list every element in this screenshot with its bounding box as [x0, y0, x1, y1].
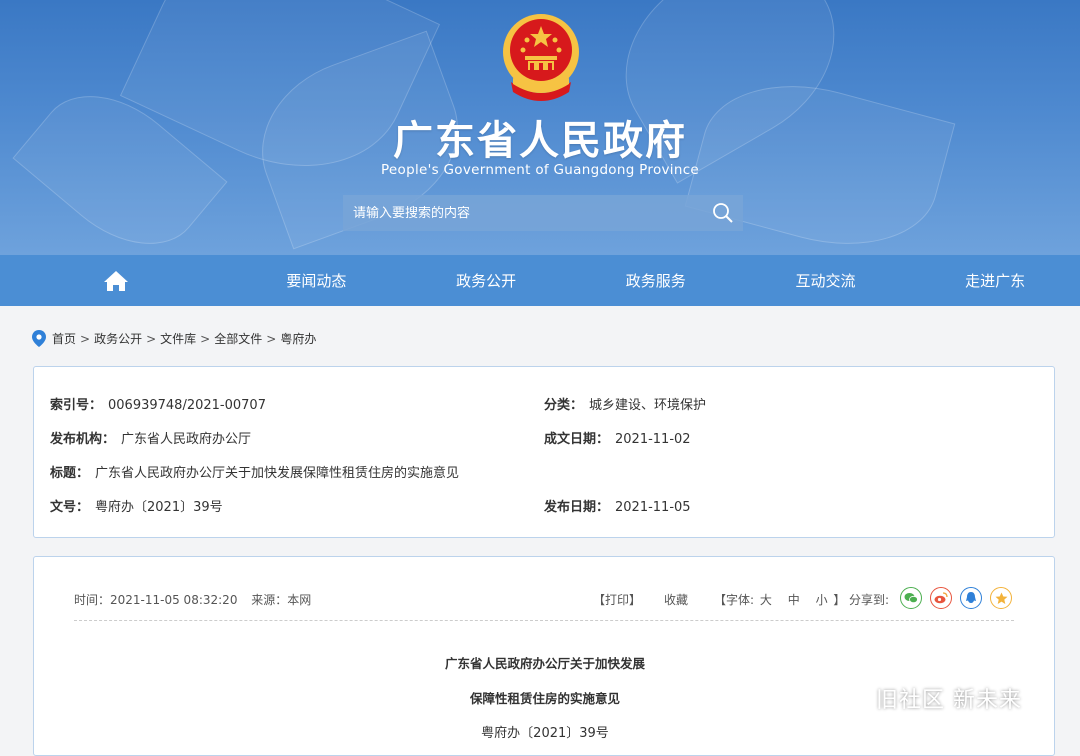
nav-home[interactable] — [0, 270, 232, 292]
breadcrumb-home[interactable]: 首页 — [52, 330, 76, 347]
watermark-text: 旧社区 新未来 — [876, 688, 1022, 713]
site-subtitle: People's Government of Guangdong Provinc… — [380, 162, 700, 178]
font-size-suffix: 】 — [833, 593, 846, 607]
meta-issuer-label: 发布机构： — [50, 432, 116, 447]
breadcrumb-current[interactable]: 粤府办 — [280, 330, 316, 347]
nav-item-government-affairs[interactable]: 政务公开 — [401, 270, 571, 291]
qq-icon — [966, 591, 976, 603]
meta-published-label: 发布日期： — [544, 500, 610, 515]
document-title-line-1: 广东省人民政府办公厅关于加快发展 — [444, 656, 645, 671]
national-emblem-icon — [503, 14, 579, 101]
breadcrumb-separator: > — [266, 331, 277, 346]
document-content-panel: 时间：2021-11-05 08:32:20 来源：本网 【打印】 收藏 【字体… — [33, 556, 1055, 756]
search-input[interactable] — [353, 205, 703, 221]
meta-docno-value: 粤府办〔2021〕39号 — [95, 500, 223, 515]
main-nav: 要闻动态 政务公开 政务服务 互动交流 走进广东 — [0, 255, 1080, 306]
meta-published-value: 2021-11-05 — [615, 500, 691, 515]
meta-index: 索引号： 006939748/2021-00707 — [50, 394, 266, 413]
meta-docno-label: 文号： — [50, 500, 90, 515]
home-icon — [103, 270, 128, 291]
article-source: 来源：本网 — [251, 593, 312, 607]
font-size-medium-button[interactable]: 中 — [788, 593, 800, 607]
document-number: 粤府办〔2021〕39号 — [481, 726, 609, 741]
nav-item-news[interactable]: 要闻动态 — [232, 270, 402, 291]
toolbar-divider — [74, 620, 1014, 621]
qzone-icon — [995, 592, 1007, 604]
meta-title-label: 标题： — [50, 466, 90, 481]
breadcrumb-government-affairs[interactable]: 政务公开 — [94, 330, 142, 347]
share-weibo-button[interactable] — [930, 587, 952, 609]
wechat-official-account-icon — [837, 685, 868, 709]
meta-title: 标题： 广东省人民政府办公厅关于加快发展保障性租赁住房的实施意见 — [50, 462, 459, 481]
meta-title-value: 广东省人民政府办公厅关于加快发展保障性租赁住房的实施意见 — [95, 466, 460, 481]
font-size-large-button[interactable]: 大 — [760, 593, 772, 607]
publish-time: 时间：2021-11-05 08:32:20 — [74, 593, 238, 607]
search-button[interactable] — [703, 195, 743, 231]
site-header: 广东省人民政府 People's Government of Guangdong… — [0, 0, 1080, 255]
site-title: 广东省人民政府 — [393, 118, 687, 164]
meta-index-value: 006939748/2021-00707 — [108, 398, 266, 413]
search-bar — [343, 195, 743, 231]
font-size-small-button[interactable]: 小 — [816, 593, 828, 607]
share-label: 分享到: — [849, 593, 890, 607]
wechat-icon — [904, 593, 918, 604]
meta-category-label: 分类： — [544, 398, 584, 413]
favorite-button[interactable]: 收藏 — [664, 591, 688, 608]
breadcrumb-separator: > — [200, 331, 211, 346]
meta-index-label: 索引号： — [50, 398, 103, 413]
font-size-control: 【字体: 大 中 小 】 — [714, 591, 845, 608]
meta-document-number: 文号： 粤府办〔2021〕39号 — [50, 496, 223, 515]
document-metadata-panel: 索引号： 006939748/2021-00707 分类： 城乡建设、环境保护 发布… — [33, 366, 1055, 538]
wechat-account-watermark: 旧社区 新未来 — [836, 682, 1022, 714]
meta-created-date: 成文日期： 2021-11-02 — [544, 428, 691, 447]
meta-category: 分类： 城乡建设、环境保护 — [544, 394, 706, 413]
breadcrumb-separator: > — [80, 331, 91, 346]
search-icon — [713, 203, 733, 223]
weibo-icon — [934, 592, 948, 604]
nav-item-about-guangdong[interactable]: 走进广东 — [910, 270, 1080, 291]
meta-issuer-value: 广东省人民政府办公厅 — [121, 432, 252, 447]
meta-published-date: 发布日期： 2021-11-05 — [544, 496, 691, 515]
nav-item-interaction[interactable]: 互动交流 — [741, 270, 911, 291]
breadcrumb-document-library[interactable]: 文件库 — [160, 330, 196, 347]
share-qzone-button[interactable] — [990, 587, 1012, 609]
breadcrumb: 首页 > 政务公开 > 文件库 > 全部文件 > 粤府办 — [32, 330, 316, 347]
meta-created-value: 2021-11-02 — [615, 432, 691, 447]
share-qq-button[interactable] — [960, 587, 982, 609]
meta-category-value: 城乡建设、环境保护 — [589, 398, 707, 413]
breadcrumb-all-documents[interactable]: 全部文件 — [214, 330, 262, 347]
meta-issuer: 发布机构： 广东省人民政府办公厅 — [50, 428, 251, 447]
location-pin-icon — [32, 330, 46, 347]
breadcrumb-separator: > — [146, 331, 157, 346]
meta-created-label: 成文日期： — [544, 432, 610, 447]
share-wechat-button[interactable] — [900, 587, 922, 609]
nav-item-services[interactable]: 政务服务 — [571, 270, 741, 291]
font-size-prefix: 【字体: — [714, 593, 755, 607]
article-info: 时间：2021-11-05 08:32:20 来源：本网 — [74, 591, 321, 608]
print-button[interactable]: 【打印】 — [593, 591, 641, 608]
